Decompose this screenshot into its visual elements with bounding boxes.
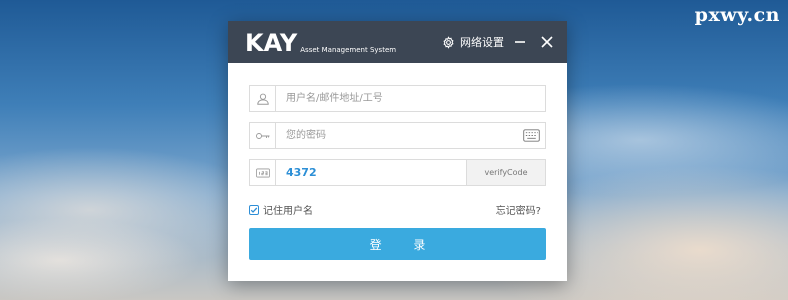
remember-username[interactable]: 记住用户名 (249, 202, 313, 217)
verify-code-input[interactable] (276, 160, 466, 185)
minimize-icon (515, 41, 525, 43)
login-dialog: KAY Asset Management System 网络设置 用户名/邮件地… (228, 21, 567, 281)
user-icon-box (250, 86, 276, 111)
app-logo: KAY Asset Management System (245, 29, 397, 57)
close-button[interactable] (538, 33, 556, 51)
code-box-icon (255, 168, 270, 177)
keyboard-icon (522, 129, 540, 142)
verify-code-field: verifyCode (249, 159, 546, 186)
logo-text: KAY (245, 29, 298, 57)
check-icon (250, 207, 258, 213)
forgot-password-link[interactable]: 忘记密码? (496, 202, 541, 217)
username-field (249, 85, 546, 112)
network-settings-label: 网络设置 (460, 36, 504, 49)
key-icon (255, 132, 269, 139)
verify-code-image[interactable]: verifyCode (466, 160, 545, 185)
code-icon-box (250, 160, 276, 185)
gear-icon (443, 35, 454, 49)
password-input[interactable] (276, 123, 517, 148)
user-icon (256, 93, 269, 105)
minimize-button[interactable] (512, 33, 530, 51)
username-input[interactable] (276, 86, 545, 111)
keyboard-button[interactable] (517, 123, 545, 148)
login-button[interactable]: 登 录 (249, 228, 546, 260)
logo-subtitle: Asset Management System (300, 46, 397, 54)
remember-label: 记住用户名 (263, 206, 313, 217)
close-icon (541, 36, 553, 48)
watermark-text: pxwy.cn (694, 4, 780, 26)
remember-checkbox[interactable] (249, 204, 259, 215)
password-field (249, 122, 546, 149)
title-bar: KAY Asset Management System 网络设置 (228, 21, 567, 63)
network-settings-button[interactable]: 网络设置 (442, 34, 504, 50)
key-icon-box (250, 123, 276, 148)
